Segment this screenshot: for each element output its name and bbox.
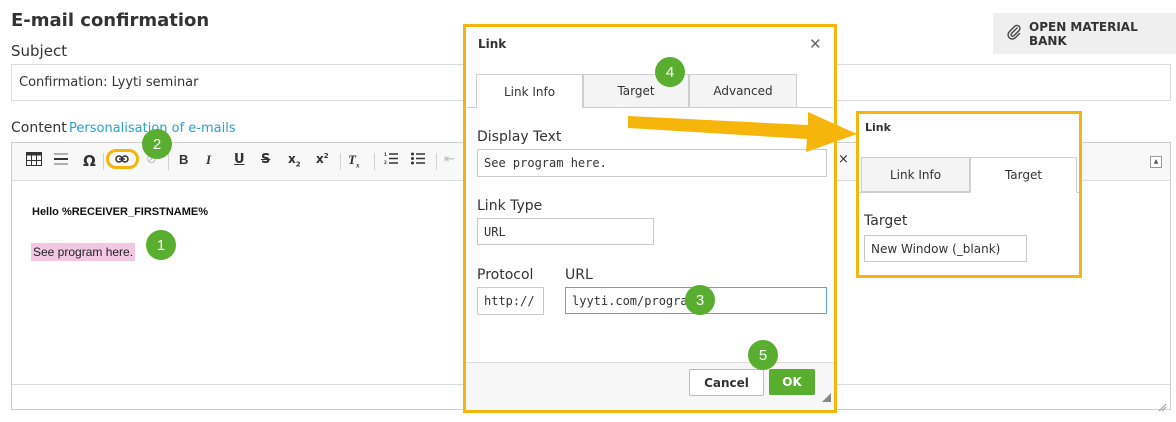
tab-link-info[interactable]: Link Info xyxy=(476,74,583,109)
tab-advanced[interactable]: Advanced xyxy=(689,74,797,108)
special-char-icon[interactable]: Ω xyxy=(83,152,96,170)
toolbar-separator xyxy=(340,153,341,170)
step-badge-5: 5 xyxy=(748,340,778,370)
ok-button[interactable]: OK xyxy=(769,369,815,395)
paperclip-icon xyxy=(1007,24,1021,43)
outdent-icon[interactable]: ⇤ xyxy=(444,152,455,167)
bulleted-list-icon[interactable] xyxy=(411,152,425,169)
table-icon[interactable] xyxy=(26,152,42,170)
remove-format-icon[interactable]: Tx xyxy=(348,152,359,170)
content-label: Content xyxy=(11,120,67,136)
inset-title: Link xyxy=(865,121,891,134)
collapse-toolbar-icon[interactable]: ▲ xyxy=(1150,156,1162,168)
toolbar-separator xyxy=(168,153,169,170)
inset-tab-target[interactable]: Target xyxy=(970,157,1077,193)
resize-grip-icon[interactable] xyxy=(1157,397,1167,412)
numbered-list-icon[interactable]: 12 xyxy=(384,152,398,169)
url-label: URL xyxy=(565,267,593,283)
editor-greeting: Hello %RECEIVER_FIRSTNAME% xyxy=(32,206,209,218)
protocol-label: Protocol xyxy=(477,267,534,283)
underline-icon[interactable]: U xyxy=(234,152,245,167)
bold-icon[interactable]: B xyxy=(179,152,188,167)
horizontal-rule-icon[interactable] xyxy=(54,152,68,170)
link-type-label: Link Type xyxy=(477,198,543,214)
link-button-highlight xyxy=(106,149,139,169)
cancel-button[interactable]: Cancel xyxy=(689,369,764,396)
close-icon[interactable]: ✕ xyxy=(809,35,822,53)
material-bank-label: OPEN MATERIAL BANK xyxy=(1029,19,1138,48)
target-label: Target xyxy=(864,213,908,229)
step-badge-3: 3 xyxy=(685,285,715,315)
dialog-resize-icon[interactable] xyxy=(822,387,831,406)
inset-tab-link-info[interactable]: Link Info xyxy=(861,157,970,192)
toolbar-separator xyxy=(436,153,437,170)
page-title: E-mail confirmation xyxy=(11,10,210,31)
strikethrough-icon[interactable]: S xyxy=(261,152,270,167)
dialog-title: Link xyxy=(478,37,507,51)
toolbar-separator xyxy=(103,153,104,170)
subscript-icon[interactable]: x2 xyxy=(288,152,301,168)
step-badge-1: 1 xyxy=(146,230,176,260)
arrow-icon xyxy=(628,112,857,152)
step-badge-2: 2 xyxy=(142,129,172,159)
protocol-select[interactable]: http:// xyxy=(477,287,544,315)
subject-label: Subject xyxy=(11,42,68,60)
open-material-bank-button[interactable]: OPEN MATERIAL BANK xyxy=(993,13,1176,54)
svg-text:2: 2 xyxy=(384,160,387,165)
subject-value: Confirmation: Lyyti seminar xyxy=(19,75,199,90)
superscript-icon[interactable]: x2 xyxy=(316,152,329,166)
target-select[interactable]: New Window (_blank) xyxy=(864,235,1027,262)
svg-text:1: 1 xyxy=(384,152,387,157)
link-type-select[interactable]: URL xyxy=(477,218,654,245)
selected-text[interactable]: See program here. xyxy=(31,243,136,261)
display-text-label: Display Text xyxy=(477,129,562,145)
italic-icon[interactable]: I xyxy=(206,152,211,168)
toolbar-separator xyxy=(374,153,375,170)
step-badge-4: 4 xyxy=(655,57,685,87)
